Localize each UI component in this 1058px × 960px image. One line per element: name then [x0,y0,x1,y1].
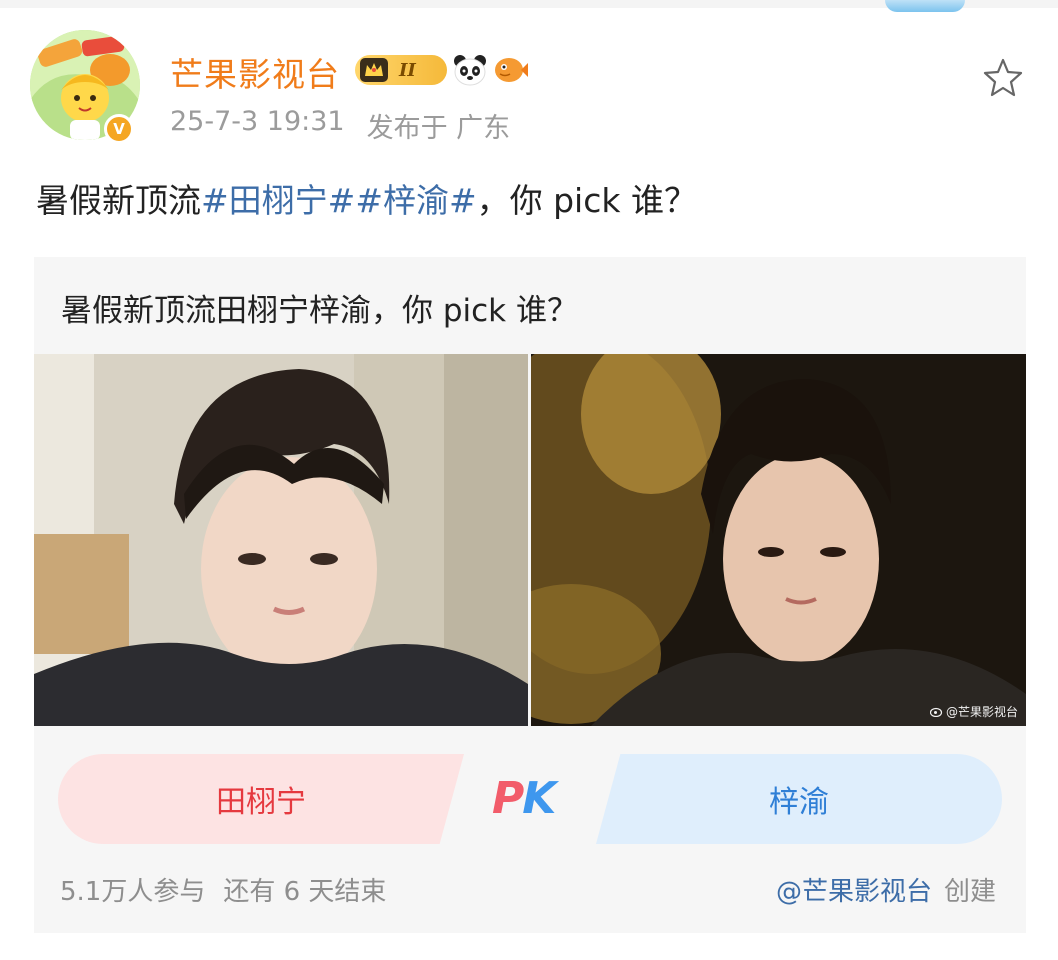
time-remaining: 还有 6 天结束 [223,877,387,907]
pk-logo: PK [492,773,556,824]
post-text-suffix: ，你 pick 谁？ [476,181,697,220]
post-meta: 25-7-3 19:31 发布于 广东 [170,106,510,145]
vip-crown-badge-icon[interactable]: II [355,55,447,85]
vote-button-left[interactable]: 田栩宁 [58,754,464,844]
vip-level: II [399,59,416,81]
poll-creator: @芒果影视台 创建 [776,871,996,908]
star-outline-icon[interactable] [982,56,1024,98]
participant-count: 5.1万人参与 [60,877,206,907]
poll-photo-right[interactable]: @芒果影视台 [531,354,1026,726]
poll-stats: 5.1万人参与 还有 6 天结束 [60,871,386,908]
panda-badge-icon[interactable] [453,53,487,87]
top-decoration [885,0,965,12]
poll-photo-left[interactable] [34,354,528,726]
user-badges: II [355,52,529,88]
hashtag-link[interactable]: #田栩宁# [201,181,355,220]
watermark-text: @芒果影视台 [945,705,1018,719]
post-text: 暑假新顶流#田栩宁##梓渝#，你 pick 谁？ [36,174,697,222]
watermark: @芒果影视台 [929,703,1018,720]
post-timestamp: 25-7-3 19:31 [170,106,345,137]
poll-card[interactable]: 暑假新顶流田栩宁梓渝，你 pick 谁？ @芒果影视台 田栩宁 PK 梓渝 5.… [34,257,1026,933]
username[interactable]: 芒果影视台 [170,48,340,96]
post-location: 发布于 广东 [366,113,511,144]
post-text-prefix: 暑假新顶流 [36,181,201,220]
hashtag-link[interactable]: #梓渝# [355,181,476,220]
fish-badge-icon[interactable] [493,53,529,87]
weibo-icon [929,707,943,717]
vote-option-left-label: 田栩宁 [216,785,306,820]
poll-title: 暑假新顶流田栩宁梓渝，你 pick 谁？ [61,293,578,329]
creator-link[interactable]: @芒果影视台 [776,871,932,908]
vote-button-right[interactable]: 梓渝 [596,754,1002,844]
creator-suffix: 创建 [943,877,996,907]
verified-badge-icon: V [104,114,134,144]
vote-option-right-label: 梓渝 [769,785,829,820]
